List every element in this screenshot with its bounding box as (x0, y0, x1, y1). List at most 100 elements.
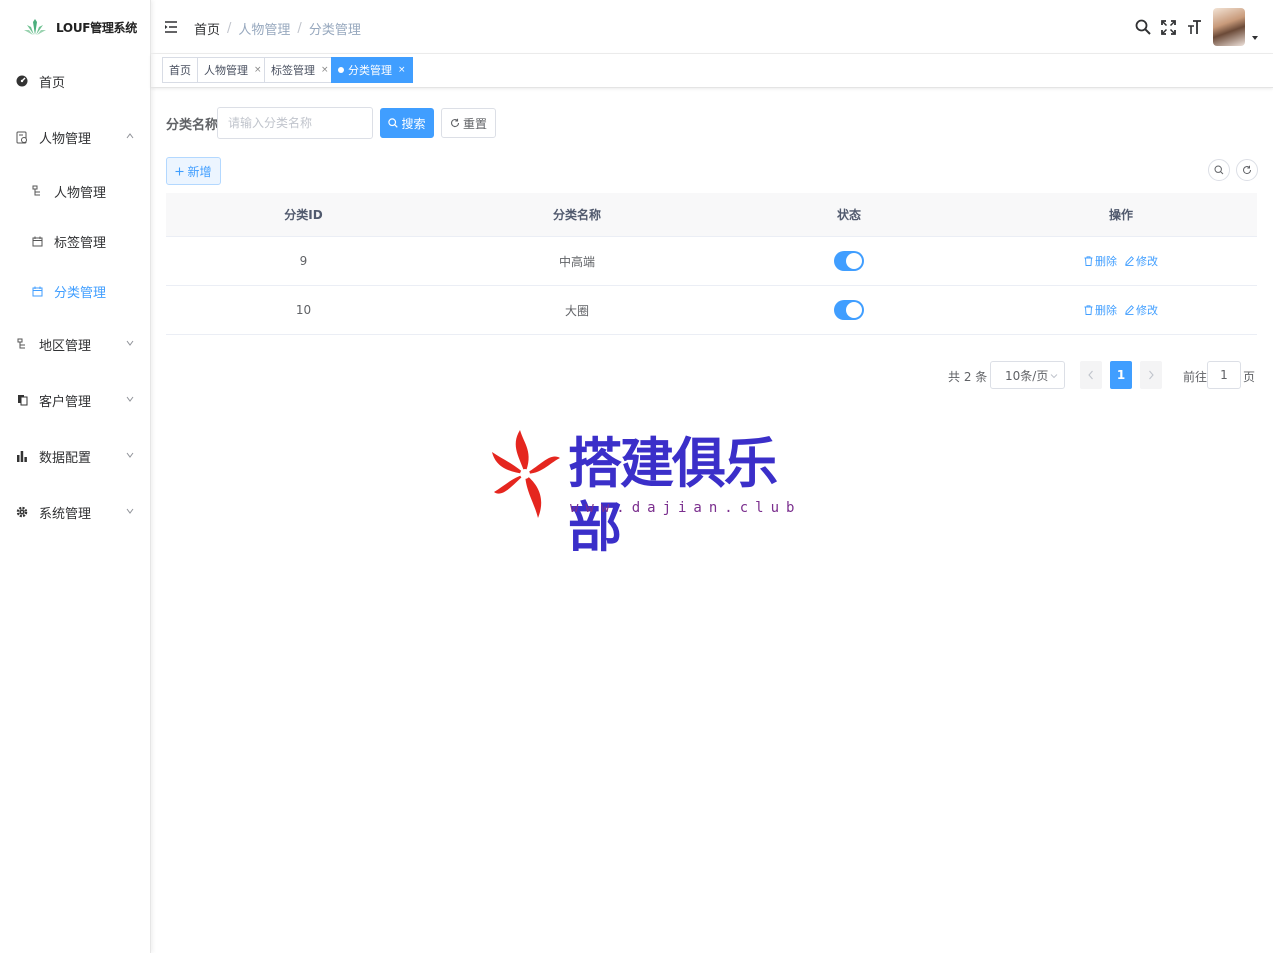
status-switch[interactable] (834, 251, 864, 271)
gear-icon (15, 505, 29, 519)
tag-home[interactable]: 首页 (162, 57, 198, 83)
sidebar-item-category-management[interactable]: 分类管理 (0, 276, 150, 306)
refresh-icon (450, 118, 460, 128)
sidebar: LOUF管理系统 首页 人物管理 人物管理 标签管理 分类管理 地区管理 客户管… (0, 0, 151, 953)
edit-button[interactable]: 修改 (1125, 253, 1158, 269)
column-header-actions: 操作 (1108, 208, 1133, 222)
sidebar-item-data-config[interactable]: 数据配置 (0, 441, 150, 471)
chevron-down-icon (126, 340, 134, 346)
cell-id: 10 (295, 303, 312, 317)
search-button[interactable]: 搜索 (380, 108, 434, 138)
search-button-label: 搜索 (401, 116, 426, 131)
pinwheel-logo-icon (492, 430, 560, 518)
tree-icon (30, 184, 44, 198)
close-icon[interactable]: × (398, 65, 406, 75)
sidebar-item-customer-management[interactable]: 客户管理 (0, 385, 150, 415)
next-page-button[interactable] (1140, 361, 1162, 389)
caret-down-icon[interactable] (1252, 36, 1258, 40)
breadcrumb-person-management: 人物管理 (238, 23, 291, 38)
sidebar-item-label: 客户管理 (39, 394, 92, 410)
breadcrumb-home[interactable]: 首页 (194, 19, 220, 38)
tag-category-management[interactable]: 分类管理 × (331, 57, 413, 83)
sidebar-item-region-management[interactable]: 地区管理 (0, 329, 150, 359)
category-table: 分类ID 分类名称 状态 操作 9 中高端 删除 修改 10 大圈 删除 修改 (166, 193, 1257, 335)
delete-button[interactable]: 删除 (1084, 253, 1117, 269)
delete-button[interactable]: 删除 (1084, 302, 1117, 318)
close-icon[interactable]: × (321, 65, 329, 75)
tag-tag-management[interactable]: 标签管理 × (264, 57, 336, 83)
cell-status (713, 286, 985, 334)
watermark: 搭建俱乐部 www.dajian.club (490, 428, 794, 559)
avatar[interactable] (1213, 8, 1245, 46)
toggle-search-button[interactable] (1208, 159, 1230, 181)
search-icon[interactable] (1135, 19, 1151, 35)
prev-page-button[interactable] (1080, 361, 1102, 389)
category-name-label: 分类名称 (166, 118, 219, 133)
active-dot-icon (338, 67, 344, 73)
document-icon (15, 130, 29, 144)
calendar-icon (30, 284, 44, 298)
sidebar-item-home[interactable]: 首页 (0, 66, 150, 96)
reset-button[interactable]: 重置 (441, 108, 496, 138)
cell-actions: 删除 修改 (985, 237, 1257, 285)
chevron-down-icon (126, 396, 134, 402)
sidebar-item-label: 数据配置 (39, 450, 92, 466)
trash-icon (1084, 256, 1093, 266)
cell-status (713, 237, 985, 285)
hamburger-icon[interactable] (164, 20, 178, 34)
tree-icon (15, 337, 29, 351)
edit-icon (1125, 305, 1134, 315)
plus-icon (175, 167, 184, 176)
cell-name: 中高端 (558, 254, 595, 269)
chevron-up-icon (126, 133, 134, 139)
edit-icon (1125, 256, 1134, 266)
bar-chart-icon (15, 449, 29, 463)
cell-actions: 删除 修改 (985, 286, 1257, 334)
chevron-left-icon (1088, 370, 1093, 380)
watermark-title: 搭建俱乐部 (568, 432, 778, 559)
sidebar-item-person-management[interactable]: 人物管理 (0, 122, 150, 152)
dashboard-icon (15, 74, 29, 88)
chevron-right-icon (1149, 370, 1154, 380)
status-switch[interactable] (834, 300, 864, 320)
page-suffix: 页 (1243, 370, 1256, 384)
sidebar-item-label: 地区管理 (39, 338, 92, 354)
column-header-status: 状态 (836, 208, 861, 222)
copy-icon (15, 393, 29, 407)
tag-label: 人物管理 (204, 64, 248, 77)
cell-id: 9 (299, 254, 308, 268)
font-size-icon[interactable] (1187, 19, 1202, 35)
column-header-name: 分类名称 (552, 208, 601, 222)
cell-name: 大圈 (564, 303, 589, 318)
tag-person-management[interactable]: 人物管理 × (197, 57, 269, 83)
tags-view: 首页 人物管理 × 标签管理 × 分类管理 × (151, 54, 1273, 88)
sidebar-item-tag-management[interactable]: 标签管理 (0, 226, 150, 256)
watermark-url: www.dajian.club (570, 500, 802, 516)
chevron-down-icon (1050, 374, 1058, 379)
chevron-down-icon (126, 508, 134, 514)
sidebar-item-label: 首页 (39, 75, 66, 91)
page-size-select[interactable]: 10条/页 (990, 361, 1065, 389)
fullscreen-icon[interactable] (1161, 20, 1176, 35)
breadcrumb-separator: / (297, 21, 302, 36)
tag-label: 分类管理 (348, 64, 392, 77)
add-button-label: 新增 (187, 164, 212, 179)
category-name-input[interactable] (217, 107, 373, 139)
goto-page-input[interactable]: 1 (1207, 361, 1241, 389)
refresh-table-button[interactable] (1236, 159, 1258, 181)
page-number-current[interactable]: 1 (1110, 361, 1132, 389)
refresh-icon (1243, 165, 1252, 175)
tag-label: 标签管理 (271, 64, 315, 77)
sidebar-item-person-list[interactable]: 人物管理 (0, 176, 150, 206)
goto-label: 前往 (1183, 370, 1208, 384)
sidebar-item-label: 系统管理 (39, 506, 92, 522)
edit-button[interactable]: 修改 (1125, 302, 1158, 318)
pagination-total: 共 2 条 (948, 370, 988, 384)
logo[interactable]: LOUF管理系统 (0, 0, 150, 54)
app-title: LOUF管理系统 (56, 20, 137, 35)
sidebar-item-label: 分类管理 (54, 285, 107, 301)
close-icon[interactable]: × (254, 65, 262, 75)
add-button[interactable]: 新增 (166, 157, 221, 185)
sidebar-item-system-management[interactable]: 系统管理 (0, 497, 150, 527)
table-row: 10 大圈 删除 修改 (166, 286, 1257, 335)
